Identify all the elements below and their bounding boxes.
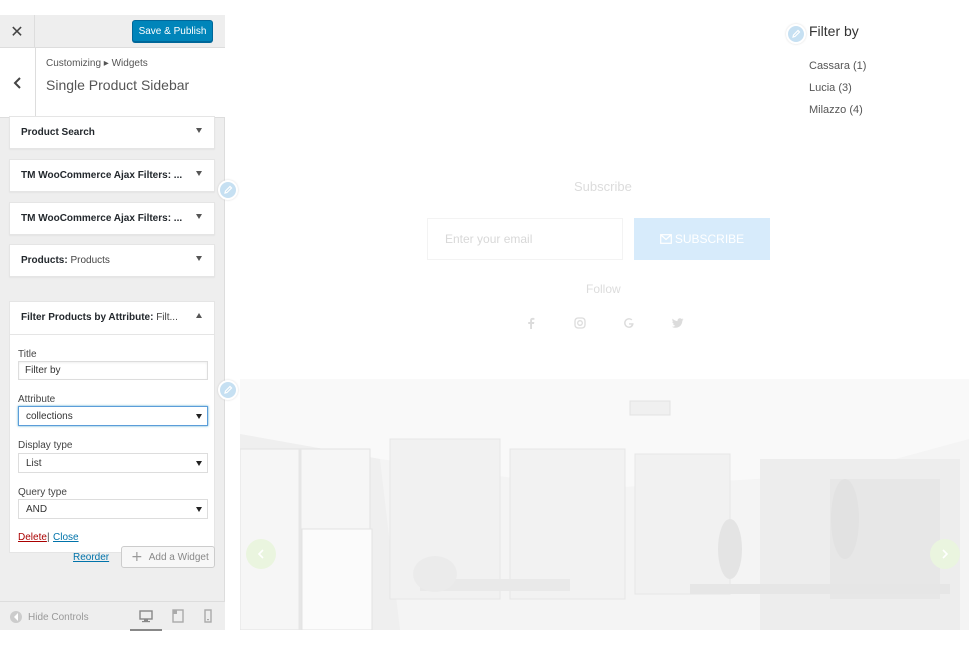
close-widget-link[interactable]: Close xyxy=(53,532,79,543)
expand-arrow-icon[interactable] xyxy=(196,171,202,176)
reorder-link[interactable]: Reorder xyxy=(73,552,109,563)
expand-arrow-icon[interactable] xyxy=(196,256,202,261)
close-customizer-button[interactable]: ✕ xyxy=(0,15,35,48)
widget-label: TM WooCommerce Ajax Filters: ... xyxy=(21,170,183,181)
panel-title: Single Product Sidebar xyxy=(46,77,190,93)
collapse-arrow-icon[interactable] xyxy=(196,313,202,318)
widget-ajax-filters-1[interactable]: TM WooCommerce Ajax Filters: ... xyxy=(9,159,215,192)
panel-header: Customizing ▸ Widgets Single Product Sid… xyxy=(0,48,225,118)
dropdown-caret-icon xyxy=(196,507,202,512)
twitter-icon[interactable] xyxy=(671,316,685,330)
facebook-icon[interactable] xyxy=(524,316,538,330)
hide-controls-button[interactable]: Hide Controls xyxy=(10,611,89,623)
slider-next-button[interactable] xyxy=(930,539,960,569)
subscribe-button[interactable]: SUBSCRIBE xyxy=(634,218,770,260)
filter-item[interactable]: Lucia (3) xyxy=(809,82,852,94)
save-publish-button[interactable]: Save & Publish xyxy=(132,20,213,42)
add-widget-label: Add a Widget xyxy=(148,551,209,563)
follow-heading: Follow xyxy=(586,282,621,296)
google-icon[interactable] xyxy=(622,316,636,330)
widget-label: Products: Products xyxy=(21,255,110,266)
back-button[interactable] xyxy=(0,48,36,118)
attribute-select[interactable]: collections xyxy=(18,406,208,426)
attribute-select-value: collections xyxy=(26,411,73,422)
hero-banner-image xyxy=(240,379,969,630)
active-device-indicator xyxy=(130,629,162,631)
mobile-preview-icon[interactable] xyxy=(201,609,215,623)
desktop-preview-icon[interactable] xyxy=(139,609,153,623)
subscribe-heading: Subscribe xyxy=(574,179,632,194)
delete-widget-link[interactable]: Delete xyxy=(18,532,47,543)
tablet-preview-icon[interactable] xyxy=(171,609,185,623)
dropdown-caret-icon xyxy=(196,461,202,466)
customizer-topbar: ✕ Save & Publish xyxy=(0,15,225,48)
widget-filter-by-attribute: Filter Products by Attribute: Filt... Ti… xyxy=(9,301,215,553)
collapse-circle-icon xyxy=(10,611,22,623)
edit-shortcut-pencil-icon[interactable] xyxy=(218,180,238,200)
expand-arrow-icon[interactable] xyxy=(196,128,202,133)
subscribe-button-label: SUBSCRIBE xyxy=(674,232,745,246)
interior-photo xyxy=(240,379,969,630)
chevron-left-icon xyxy=(257,549,264,559)
title-input[interactable]: Filter by xyxy=(18,361,208,380)
expand-arrow-icon[interactable] xyxy=(196,214,202,219)
display-type-label: Display type xyxy=(18,440,73,451)
query-type-select[interactable]: AND xyxy=(18,499,208,519)
attribute-field-label: Attribute xyxy=(18,394,56,405)
hide-controls-label: Hide Controls xyxy=(28,611,89,623)
filter-item[interactable]: Cassara (1) xyxy=(809,60,866,72)
widget-label: TM WooCommerce Ajax Filters: ... xyxy=(21,213,183,224)
link-separator: | xyxy=(47,532,50,543)
filter-widget-title: Filter by xyxy=(809,23,859,39)
plus-icon: + xyxy=(131,549,143,565)
title-field-label: Title xyxy=(18,349,37,360)
widget-header[interactable]: Filter Products by Attribute: Filt... xyxy=(10,302,214,335)
chevron-right-icon xyxy=(942,549,949,559)
query-type-value: AND xyxy=(26,504,48,515)
envelope-icon xyxy=(659,234,672,244)
display-type-value: List xyxy=(26,458,42,469)
filter-item[interactable]: Milazzo (4) xyxy=(809,104,863,116)
instagram-icon[interactable] xyxy=(573,316,587,330)
widget-products[interactable]: Products: Products xyxy=(9,244,215,277)
add-widget-button[interactable]: + Add a Widget xyxy=(121,546,215,568)
edit-shortcut-pencil-icon[interactable] xyxy=(786,24,806,44)
breadcrumb: Customizing ▸ Widgets xyxy=(46,58,148,69)
query-type-label: Query type xyxy=(18,487,67,498)
customizer-sidebar: ✕ Save & Publish Customizing ▸ Widgets S… xyxy=(0,15,225,631)
chevron-left-icon xyxy=(13,77,21,89)
dropdown-caret-icon xyxy=(196,414,202,419)
widget-product-search[interactable]: Product Search xyxy=(9,116,215,149)
site-preview: Filter by Cassara (1) Lucia (3) Milazzo … xyxy=(218,0,978,645)
email-input[interactable]: Enter your email xyxy=(427,218,623,260)
slider-prev-button[interactable] xyxy=(246,539,276,569)
customizer-footer: Hide Controls xyxy=(0,601,225,631)
widget-label: Filter Products by Attribute: Filt... xyxy=(21,312,178,323)
display-type-select[interactable]: List xyxy=(18,453,208,473)
widget-label: Product Search xyxy=(21,127,95,138)
widget-ajax-filters-2[interactable]: TM WooCommerce Ajax Filters: ... xyxy=(9,202,215,235)
edit-shortcut-pencil-icon[interactable] xyxy=(218,380,238,400)
